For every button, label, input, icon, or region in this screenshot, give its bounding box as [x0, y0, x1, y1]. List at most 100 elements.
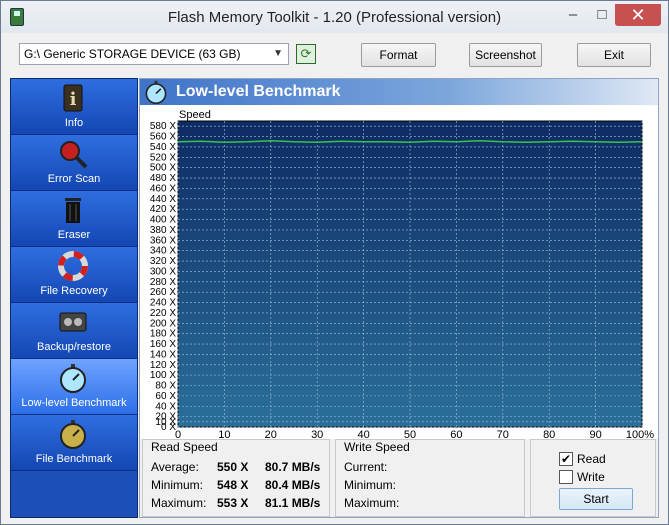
x-tick-label: 80 — [543, 429, 555, 439]
y-tick-label: 540 X — [150, 142, 176, 153]
y-tick-label: 200 X — [150, 318, 176, 329]
magnifier-icon — [60, 141, 88, 169]
x-tick-label: 90 — [589, 429, 601, 439]
y-tick-label: 320 X — [150, 256, 176, 267]
sidebar-item-file-recovery[interactable]: File Recovery — [11, 247, 137, 303]
read-average-x: 550 X — [217, 460, 249, 474]
sidebar-item-label: Low-level Benchmark — [21, 397, 127, 409]
maximize-button[interactable]: □ — [587, 4, 617, 26]
x-tick-label: 70 — [497, 429, 509, 439]
y-tick-label: 580 X — [150, 121, 176, 132]
screenshot-button[interactable]: Screenshot — [469, 43, 542, 67]
read-average-label: Average: — [151, 460, 199, 474]
read-checkbox[interactable]: ✔ — [559, 452, 573, 466]
write-speed-title: Write Speed — [342, 440, 412, 454]
sidebar-item-label: File Recovery — [40, 285, 108, 297]
title-bar[interactable]: Flash Memory Toolkit - 1.20 (Professiona… — [1, 1, 668, 33]
refresh-icon[interactable]: ⟳ — [296, 44, 316, 64]
start-button[interactable]: Start — [559, 488, 633, 510]
write-speed-group: Write Speed Current: Minimum: Maximum: — [335, 439, 525, 517]
trash-icon — [65, 198, 81, 223]
controls-group: ✔ Read Write Start — [530, 439, 656, 517]
sidebar-item-label: Error Scan — [47, 173, 101, 185]
y-tick-label: 440 X — [150, 194, 176, 205]
x-tick-label: 100% — [626, 429, 654, 439]
sidebar-item-info[interactable]: i Info — [11, 79, 137, 135]
y-tick-label: 140 X — [150, 349, 176, 360]
read-minimum-mbs: 80.4 MB/s — [265, 478, 321, 492]
benchmark-panel: Low-level Benchmark Speed 0 X 10 X 20 X 40 … — [139, 78, 659, 518]
minimize-button[interactable]: – — [558, 4, 588, 26]
close-button[interactable]: ✕ — [615, 4, 661, 26]
info-icon: i — [63, 84, 83, 112]
lifebuoy-icon — [58, 251, 88, 281]
device-select-value: G:\ Generic STORAGE DEVICE (63 GB) — [24, 47, 241, 61]
format-button[interactable]: Format — [361, 43, 436, 67]
y-tick-label: 380 X — [150, 225, 176, 236]
panel-header: Low-level Benchmark — [140, 79, 658, 105]
y-tick-label: 400 X — [150, 215, 176, 226]
read-maximum-x: 553 X — [217, 496, 249, 510]
y-tick-label: 340 X — [150, 246, 176, 257]
y-tick-label: 480 X — [150, 173, 176, 184]
read-maximum-label: Maximum: — [151, 496, 207, 510]
stats-area: Read Speed Average: 550 X 80.7 MB/s Mini… — [140, 439, 658, 517]
y-tick-label: 520 X — [150, 152, 176, 163]
y-tick-label: 40 X — [155, 401, 176, 412]
device-select[interactable]: G:\ Generic STORAGE DEVICE (63 GB) ▼ — [19, 43, 289, 65]
y-tick-label: 220 X — [150, 308, 176, 319]
y-tick-label: 160 X — [150, 339, 176, 350]
y-tick-label: 280 X — [150, 277, 176, 288]
sidebar-item-label: Info — [64, 117, 84, 129]
y-tick-label: 300 X — [150, 266, 176, 277]
y-tick-label: 360 X — [150, 235, 176, 246]
y-tick-label: 80 X — [155, 381, 176, 392]
stopwatch-icon — [145, 80, 167, 104]
write-minimum-label: Minimum: — [344, 478, 397, 492]
y-tick-label: 260 X — [150, 287, 176, 298]
exit-button[interactable]: Exit — [577, 43, 651, 67]
y-tick-label: 460 X — [150, 183, 176, 194]
sidebar: i Info Error Scan Eraser File Recovery B… — [10, 78, 138, 518]
x-tick-label: 0 — [175, 429, 181, 439]
sidebar-item-label: Backup/restore — [37, 341, 111, 353]
sidebar-item-error-scan[interactable]: Error Scan — [11, 135, 137, 191]
read-maximum-mbs: 81.1 MB/s — [265, 496, 321, 510]
y-tick-label: 20 X — [155, 412, 176, 423]
read-checkbox-label: Read — [577, 452, 606, 466]
x-tick-label: 50 — [404, 429, 416, 439]
y-tick-label: 60 X — [155, 391, 176, 402]
sidebar-item-label: File Benchmark — [35, 453, 113, 465]
svg-text:i: i — [70, 89, 77, 110]
stopwatch-gold-icon — [60, 420, 86, 449]
write-current-label: Current: — [344, 460, 388, 474]
x-tick-label: 40 — [357, 429, 369, 439]
sidebar-item-eraser[interactable]: Eraser — [11, 191, 137, 247]
y-tick-label: 120 X — [150, 360, 176, 371]
x-tick-label: 60 — [450, 429, 462, 439]
panel-title: Low-level Benchmark — [176, 83, 341, 100]
sidebar-item-backup-restore[interactable]: Backup/restore — [11, 303, 137, 359]
sidebar-item-low-level-benchmark[interactable]: Low-level Benchmark — [11, 359, 137, 415]
write-checkbox-label: Write — [577, 470, 605, 484]
speed-chart: 0 X10 X20 X40 X60 X80 X100 X120 X140 X16… — [150, 120, 654, 439]
sidebar-item-file-benchmark[interactable]: File Benchmark — [11, 415, 137, 471]
y-tick-label: 100 X — [150, 370, 176, 381]
x-tick-label: 10 — [218, 429, 230, 439]
read-minimum-x: 548 X — [217, 478, 249, 492]
read-speed-title: Read Speed — [149, 440, 220, 454]
y-tick-label: 180 X — [150, 329, 176, 340]
x-tick-label: 20 — [265, 429, 277, 439]
y-tick-label: 240 X — [150, 298, 176, 309]
y-tick-label: 500 X — [150, 163, 176, 174]
tape-icon — [59, 312, 87, 332]
read-average-mbs: 80.7 MB/s — [265, 460, 321, 474]
x-tick-label: 30 — [311, 429, 323, 439]
read-minimum-label: Minimum: — [151, 478, 204, 492]
chevron-down-icon: ▼ — [273, 48, 283, 59]
y-tick-label: 560 X — [150, 132, 176, 143]
write-maximum-label: Maximum: — [344, 496, 400, 510]
stopwatch-icon — [60, 364, 86, 393]
y-tick-label: 420 X — [150, 204, 176, 215]
write-checkbox[interactable] — [559, 470, 573, 484]
